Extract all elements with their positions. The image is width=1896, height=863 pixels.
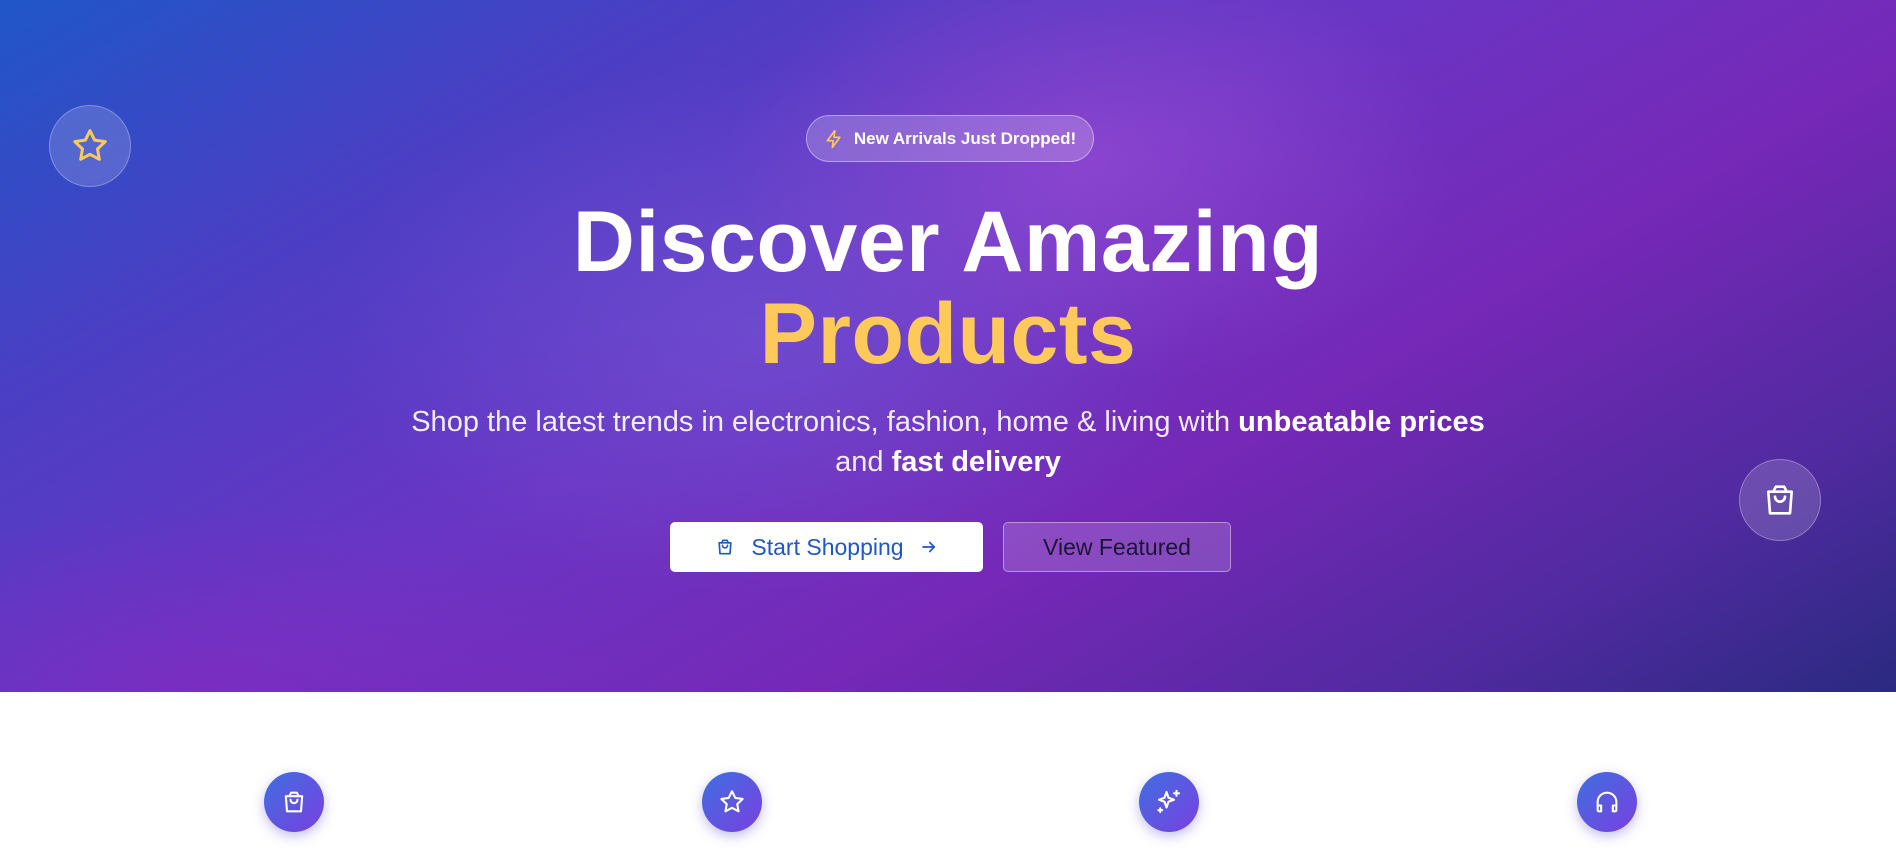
shopping-bag-icon bbox=[715, 537, 735, 557]
hero-subtitle: Shop the latest trends in electronics, f… bbox=[380, 402, 1516, 482]
start-shopping-button[interactable]: Start Shopping bbox=[670, 522, 983, 572]
badge-text: New Arrivals Just Dropped! bbox=[853, 128, 1077, 148]
view-featured-button[interactable]: View Featured bbox=[1003, 522, 1231, 572]
headline-accent: Products bbox=[759, 286, 1137, 382]
view-featured-label: View Featured bbox=[1043, 533, 1191, 560]
feature-shopping-badge bbox=[264, 772, 324, 832]
arrow-right-icon bbox=[920, 538, 938, 556]
hero-headline: Discover Amazing Products bbox=[0, 196, 1896, 380]
subtitle-text-2: and bbox=[835, 446, 892, 478]
sparkles-icon bbox=[1154, 787, 1184, 817]
feature-star-badge bbox=[702, 772, 762, 832]
zap-icon bbox=[824, 129, 844, 149]
subtitle-emphasis-delivery: fast delivery bbox=[891, 446, 1061, 478]
headphones-icon bbox=[1593, 788, 1621, 816]
shopping-bag-icon bbox=[280, 788, 308, 816]
shopping-bag-icon bbox=[1760, 480, 1800, 520]
star-icon bbox=[718, 788, 746, 816]
hero-section: New Arrivals Just Dropped! Discover Amaz… bbox=[0, 0, 1896, 692]
subtitle-text-1: Shop the latest trends in electronics, f… bbox=[411, 406, 1239, 438]
start-shopping-label: Start Shopping bbox=[751, 533, 904, 560]
star-icon bbox=[70, 126, 110, 166]
floating-bag-badge bbox=[1739, 459, 1821, 541]
headline-line1: Discover Amazing bbox=[572, 194, 1324, 290]
feature-sparkles-badge bbox=[1139, 772, 1199, 832]
floating-star-badge bbox=[49, 105, 131, 187]
feature-support-badge bbox=[1577, 772, 1637, 832]
new-arrivals-badge: New Arrivals Just Dropped! bbox=[806, 115, 1094, 162]
subtitle-emphasis-prices: unbeatable prices bbox=[1238, 406, 1485, 438]
